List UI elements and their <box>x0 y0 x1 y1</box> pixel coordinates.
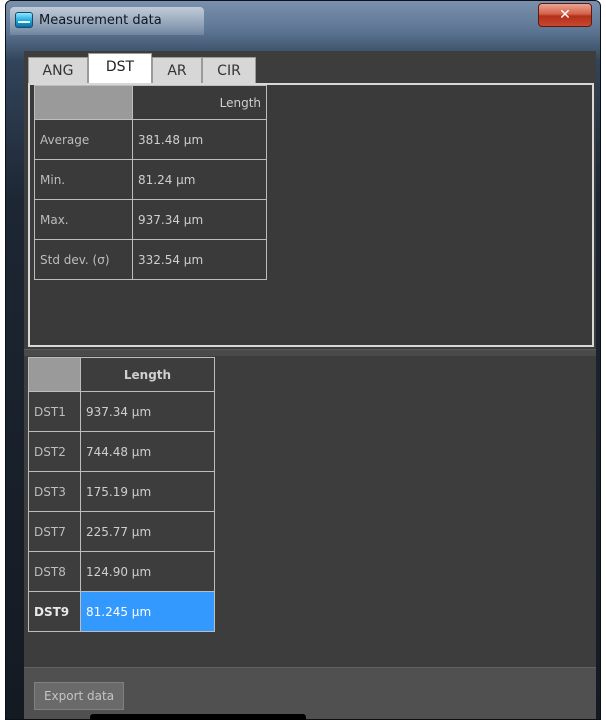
table-row-selected[interactable]: DST9 81.245 µm <box>28 591 215 632</box>
summary-row: Std dev. (σ) 332.54 µm <box>34 239 267 280</box>
details-table: Length DST1 937.34 µm DST2 744.48 µm DST… <box>28 357 215 632</box>
row-label: DST1 <box>28 391 81 432</box>
summary-row-label: Max. <box>34 199 133 240</box>
table-row[interactable]: DST2 744.48 µm <box>28 431 215 472</box>
table-row[interactable]: DST7 225.77 µm <box>28 511 215 552</box>
details-panel: Length DST1 937.34 µm DST2 744.48 µm DST… <box>24 357 596 667</box>
summary-row-label: Min. <box>34 159 133 200</box>
summary-row: Min. 81.24 µm <box>34 159 267 200</box>
panel-splitter[interactable] <box>24 349 596 356</box>
footer-bar: Export data <box>24 667 596 719</box>
export-data-button[interactable]: Export data <box>34 682 124 710</box>
details-header-length: Length <box>80 357 215 392</box>
summary-corner-cell <box>34 85 133 120</box>
row-value[interactable]: 175.19 µm <box>80 471 215 512</box>
summary-panel: Length Average 381.48 µm Min. 81.24 µm M… <box>28 83 594 347</box>
summary-row-value: 381.48 µm <box>132 119 267 160</box>
tab-bar: ANG DST AR CIR <box>24 51 596 83</box>
table-row[interactable]: DST1 937.34 µm <box>28 391 215 432</box>
row-value[interactable]: 225.77 µm <box>80 511 215 552</box>
summary-row: Average 381.48 µm <box>34 119 267 160</box>
details-corner-cell <box>28 357 81 392</box>
tab-cir[interactable]: CIR <box>202 57 256 83</box>
row-value[interactable]: 124.90 µm <box>80 551 215 592</box>
summary-row-value: 332.54 µm <box>132 239 267 280</box>
row-label: DST2 <box>28 431 81 472</box>
row-label: DST9 <box>28 591 81 632</box>
measurement-app-icon <box>15 12 33 28</box>
table-row[interactable]: DST8 124.90 µm <box>28 551 215 592</box>
tab-ang[interactable]: ANG <box>28 57 88 83</box>
window-title: Measurement data <box>39 13 162 28</box>
summary-table: Length Average 381.48 µm Min. 81.24 µm M… <box>34 85 267 280</box>
title-bar[interactable]: Measurement data ✕ <box>6 1 600 41</box>
taskbar-edge <box>90 714 306 720</box>
summary-header-length: Length <box>132 85 267 120</box>
summary-row-value: 81.24 µm <box>132 159 267 200</box>
summary-row-value: 937.34 µm <box>132 199 267 240</box>
row-label: DST7 <box>28 511 81 552</box>
summary-row: Max. 937.34 µm <box>34 199 267 240</box>
row-value[interactable]: 937.34 µm <box>80 391 215 432</box>
measurement-window: Measurement data ✕ ANG DST AR CIR Length… <box>5 0 601 720</box>
row-value[interactable]: 744.48 µm <box>80 431 215 472</box>
tab-ar[interactable]: AR <box>152 57 202 83</box>
table-row[interactable]: DST3 175.19 µm <box>28 471 215 512</box>
close-button[interactable]: ✕ <box>538 3 592 27</box>
summary-row-label: Average <box>34 119 133 160</box>
close-icon: ✕ <box>559 7 571 23</box>
summary-row-label: Std dev. (σ) <box>34 239 133 280</box>
tab-dst[interactable]: DST <box>88 53 152 83</box>
row-label: DST3 <box>28 471 81 512</box>
row-value-selected[interactable]: 81.245 µm <box>80 591 215 632</box>
row-label: DST8 <box>28 551 81 592</box>
window-client-area: ANG DST AR CIR Length Average 381.48 µm … <box>24 51 596 719</box>
